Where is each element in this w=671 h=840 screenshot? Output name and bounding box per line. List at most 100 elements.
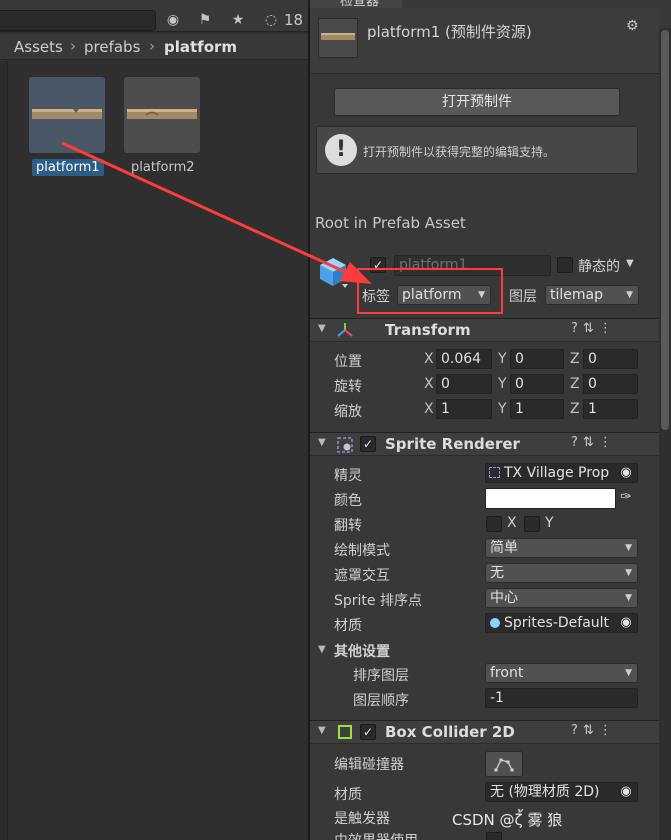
- axis-y-label[interactable]: Y: [498, 376, 507, 392]
- presets-icon[interactable]: ⇅: [583, 435, 599, 450]
- component-tools: ?⇅⋮: [571, 723, 617, 738]
- inspector-scrollbar-thumb[interactable]: [661, 30, 669, 430]
- foldout-arrow-icon[interactable]: ▼: [318, 437, 326, 448]
- rotation-y-field[interactable]: 0: [510, 374, 564, 394]
- open-prefab-button[interactable]: 打开预制件: [334, 88, 620, 116]
- color-swatch[interactable]: [485, 488, 616, 509]
- axis-x-label[interactable]: X: [424, 376, 434, 392]
- axis-y-label[interactable]: Y: [498, 401, 507, 417]
- gear-icon[interactable]: ⚙: [626, 18, 639, 34]
- project-panel: ◉ ⚑ ★ ◌ 18 Assets › prefabs › platform p…: [0, 0, 308, 840]
- draw-mode-dropdown[interactable]: 简单 ▼: [485, 538, 638, 558]
- hidden-packages-eye-icon[interactable]: ◌: [260, 9, 282, 31]
- sprite-sort-point-dropdown[interactable]: 中心 ▼: [485, 588, 638, 608]
- project-toolbar: ◉ ⚑ ★ ◌ 18: [0, 0, 308, 32]
- asset-label: platform1: [32, 159, 104, 176]
- draw-mode-value: 简单: [490, 540, 518, 556]
- eyedropper-icon[interactable]: ✑: [620, 489, 632, 505]
- position-x-field[interactable]: 0.064: [436, 349, 492, 369]
- favorites-star-icon[interactable]: ★: [227, 9, 249, 31]
- inspector-panel: 检查器 platform1 (预制件资源) ⚙ 打开预制件 ! 打开预制件以获得…: [310, 0, 671, 840]
- transform-title: Transform: [385, 321, 471, 339]
- project-search-input[interactable]: [0, 10, 156, 31]
- physics-material-field[interactable]: 无 (物理材质 2D) ◉: [485, 782, 638, 802]
- breadcrumb-assets[interactable]: Assets: [14, 38, 63, 56]
- axis-z-label[interactable]: Z: [570, 376, 580, 392]
- object-picker-icon[interactable]: ◉: [617, 614, 635, 632]
- position-y-field[interactable]: 0: [510, 349, 564, 369]
- asset-item-platform2[interactable]: platform2: [124, 77, 204, 177]
- help-icon[interactable]: ?: [571, 723, 583, 738]
- gameobject-cube-icon: [318, 256, 348, 288]
- filter-by-type-icon[interactable]: ◉: [162, 9, 184, 31]
- breadcrumb-platform[interactable]: platform: [164, 38, 237, 56]
- presets-icon[interactable]: ⇅: [583, 321, 599, 336]
- object-picker-icon[interactable]: ◉: [617, 464, 635, 482]
- static-checkbox[interactable]: [557, 257, 573, 273]
- presets-icon[interactable]: ⇅: [583, 723, 599, 738]
- material-object-field[interactable]: Sprites-Default ◉: [485, 613, 638, 633]
- color-label: 颜色: [334, 493, 362, 509]
- rotation-x-field[interactable]: 0: [436, 374, 492, 394]
- foldout-arrow-icon[interactable]: ▼: [318, 644, 326, 655]
- help-icon[interactable]: ?: [571, 321, 583, 336]
- box-collider-icon: [338, 725, 352, 739]
- axis-z-label[interactable]: Z: [570, 401, 580, 417]
- flip-label: 翻转: [334, 518, 362, 534]
- edit-collider-button[interactable]: [485, 751, 523, 777]
- asset-label: platform2: [131, 160, 195, 175]
- physics-material-value: 无 (物理材质 2D): [490, 784, 600, 800]
- axis-z-label[interactable]: Z: [570, 351, 580, 367]
- other-settings-label[interactable]: 其他设置: [334, 641, 390, 661]
- asset-item-platform1[interactable]: platform1: [29, 77, 109, 177]
- component-tools: ?⇅⋮: [571, 321, 617, 336]
- flip-x-checkbox[interactable]: [486, 516, 502, 532]
- order-in-layer-field[interactable]: -1: [485, 688, 638, 708]
- box-collider-title: Box Collider 2D: [385, 723, 515, 741]
- axis-x-label[interactable]: X: [424, 401, 434, 417]
- edit-collider-label: 编辑碰撞器: [334, 757, 404, 773]
- sprite-renderer-icon: [336, 436, 354, 458]
- used-by-effector-checkbox[interactable]: [486, 832, 502, 840]
- mask-interaction-label: 遮罩交互: [334, 568, 390, 584]
- foldout-arrow-icon[interactable]: ▼: [318, 323, 326, 334]
- position-z-field[interactable]: 0: [583, 349, 638, 369]
- static-dropdown-arrow-icon[interactable]: ▼: [626, 258, 634, 269]
- axis-x-label[interactable]: X: [424, 351, 434, 367]
- help-icon[interactable]: ?: [571, 435, 583, 450]
- sprite-object-field[interactable]: TX Village Prop ◉: [485, 463, 638, 483]
- sprite-renderer-enabled-checkbox[interactable]: ✓: [360, 436, 376, 452]
- scale-x-field[interactable]: 1: [436, 399, 492, 419]
- hidden-packages-count: 18: [284, 11, 304, 29]
- axis-y-label[interactable]: Y: [498, 351, 507, 367]
- sorting-layer-dropdown[interactable]: front ▼: [485, 663, 638, 683]
- sprite-renderer-component-header[interactable]: ▼ ✓ Sprite Renderer ?⇅⋮: [310, 432, 659, 456]
- foldout-arrow-icon[interactable]: ▼: [318, 725, 326, 736]
- flip-y-checkbox[interactable]: [524, 516, 540, 532]
- chevron-down-icon: ▼: [625, 543, 632, 553]
- object-picker-icon[interactable]: ◉: [617, 783, 635, 801]
- position-label: 位置: [334, 354, 362, 370]
- layer-label: 图层: [509, 289, 537, 305]
- scale-y-field[interactable]: 1: [510, 399, 564, 419]
- more-menu-icon[interactable]: ⋮: [599, 723, 617, 738]
- chevron-right-icon: ›: [70, 37, 76, 55]
- sprite-sort-point-value: 中心: [490, 590, 518, 606]
- mask-interaction-dropdown[interactable]: 无 ▼: [485, 563, 638, 583]
- sprite-icon: [489, 467, 500, 478]
- layer-dropdown[interactable]: tilemap ▼: [545, 285, 639, 305]
- flip-x-label: X: [507, 515, 517, 531]
- box-collider-component-header[interactable]: ▼ ✓ Box Collider 2D ?⇅⋮: [310, 720, 659, 744]
- root-in-prefab-label: Root in Prefab Asset: [315, 214, 466, 232]
- filter-by-label-icon[interactable]: ⚑: [194, 9, 216, 31]
- transform-component-header[interactable]: ▼ Transform ?⇅⋮: [310, 318, 659, 342]
- scale-z-field[interactable]: 1: [583, 399, 638, 419]
- tag-highlight-annotation: [357, 268, 503, 314]
- box-collider-enabled-checkbox[interactable]: ✓: [360, 724, 376, 740]
- chevron-right-icon: ›: [149, 37, 155, 55]
- more-menu-icon[interactable]: ⋮: [599, 435, 617, 450]
- breadcrumb-prefabs[interactable]: prefabs: [84, 38, 140, 56]
- rotation-z-field[interactable]: 0: [583, 374, 638, 394]
- flip-y-label: Y: [545, 515, 554, 531]
- more-menu-icon[interactable]: ⋮: [599, 321, 617, 336]
